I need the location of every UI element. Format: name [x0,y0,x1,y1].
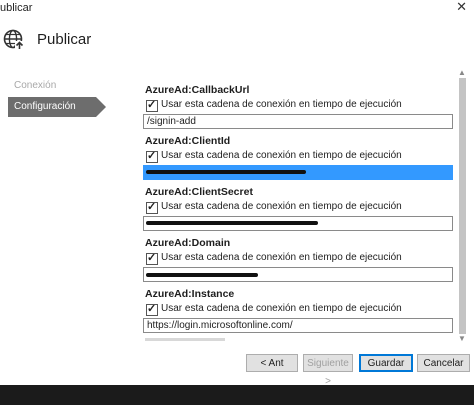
vertical-scrollbar[interactable]: ▲ ▼ [458,68,468,343]
previous-button[interactable]: < Ant [246,354,298,372]
use-at-runtime-checkbox[interactable] [146,149,158,163]
checkbox-label: Usar esta cadena de conexión en tiempo d… [161,150,402,161]
next-button[interactable]: Siguiente > [303,354,353,387]
save-button[interactable]: Guardar [359,354,413,372]
setting-name: AzureAd:ClientSecret [145,186,253,198]
sidebar-item-conexion[interactable]: Conexión [8,76,56,96]
scrollbar-thumb[interactable] [459,78,466,334]
callbackurl-input[interactable]: /signin-add [143,114,453,129]
setting-name: AzureAd:Domain [145,237,231,249]
sidebar-item-configuracion[interactable]: Configuración [8,97,106,117]
use-at-runtime-checkbox[interactable] [146,200,158,214]
redaction-mark [146,273,258,277]
checkbox-label: Usar esta cadena de conexión en tiempo d… [161,99,402,110]
taskbar [0,385,474,405]
use-at-runtime-checkbox[interactable] [146,98,158,112]
settings-panel: ⌄ AzureAd:CallbackUrl Usar esta cadena d… [138,72,454,342]
scroll-up-hint-icon: ⌄ [138,72,140,81]
checkbox-label: Usar esta cadena de conexión en tiempo d… [161,303,402,314]
setting-name: AzureAd:Instance [145,288,235,300]
cancel-button[interactable]: Cancelar [417,354,470,372]
window-titlebar: ublicar ✕ [0,0,474,16]
globe-publish-icon [3,29,24,50]
checkbox-label: Usar esta cadena de conexión en tiempo d… [161,252,402,263]
page-title: Publicar [37,31,92,48]
redaction-mark [146,170,306,174]
scroll-up-icon[interactable]: ▲ [458,68,466,77]
close-icon[interactable]: ✕ [456,0,467,15]
redaction-mark [146,221,318,225]
setting-name: AzureAd:ClientId [145,135,231,147]
use-at-runtime-checkbox[interactable] [146,302,158,316]
setting-name: AzureAd:CallbackUrl [145,84,250,96]
checkbox-label: Usar esta cadena de conexión en tiempo d… [161,201,402,212]
window-title: ublicar [0,2,33,14]
scroll-down-icon[interactable]: ▼ [458,334,466,343]
use-at-runtime-checkbox[interactable] [146,251,158,265]
dialog-header: Publicar [0,24,474,60]
next-setting-clipped [145,338,225,341]
instance-input[interactable]: https://login.microsoftonline.com/ [143,318,453,333]
